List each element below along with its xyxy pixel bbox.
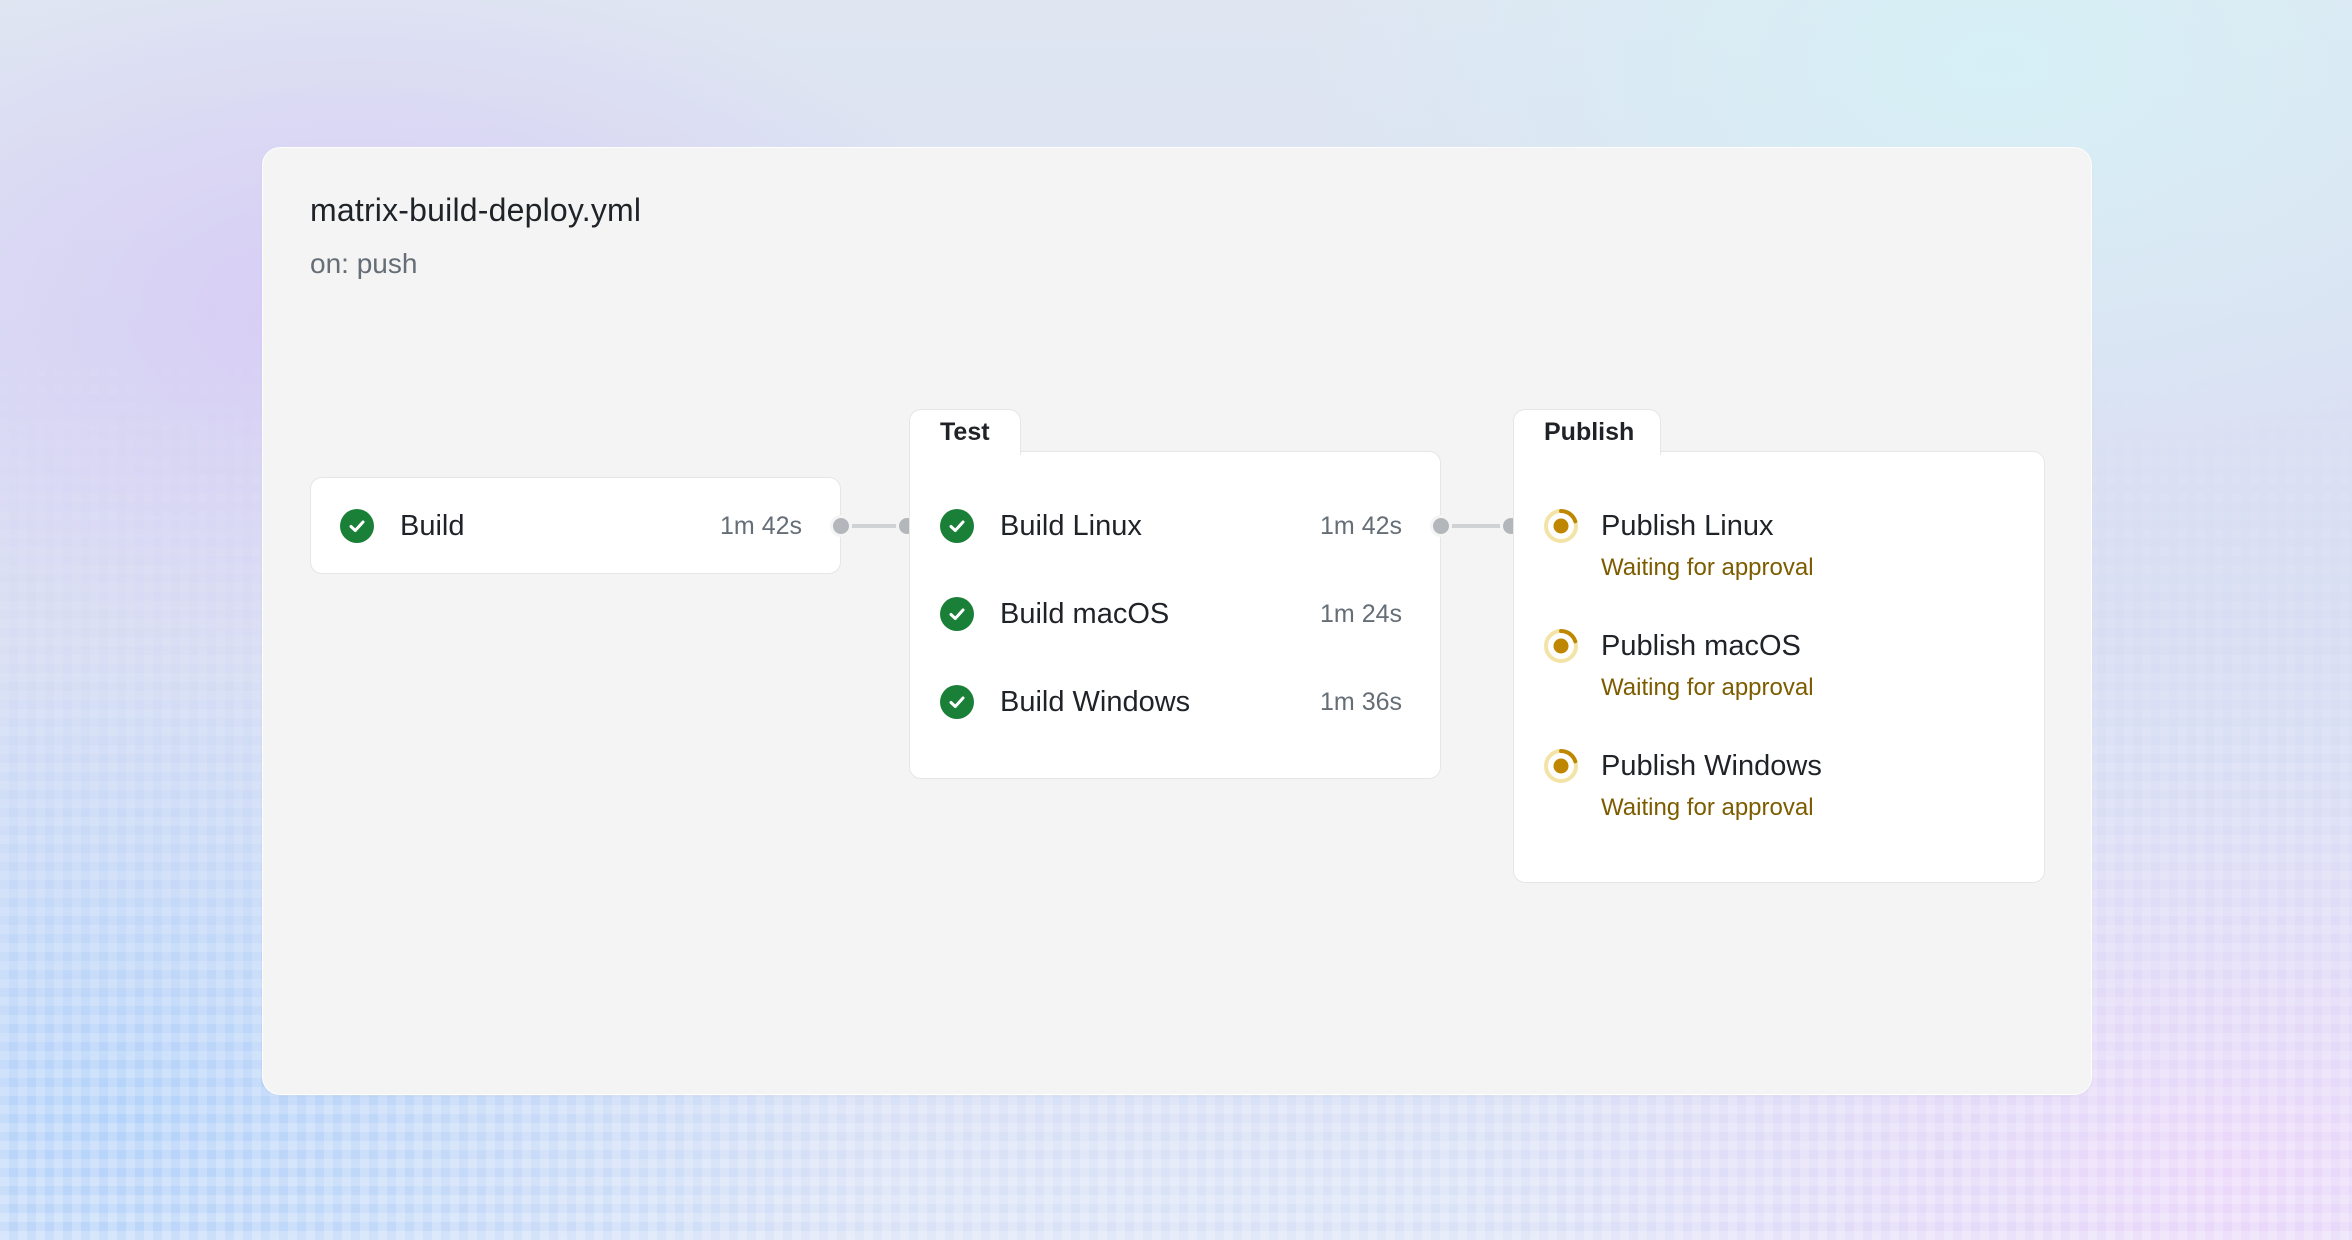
job-row-publish-windows[interactable]: Publish Windows Waiting for approval — [1543, 746, 1822, 822]
job-duration: 1m 42s — [1320, 511, 1402, 540]
job-row-publish-macos[interactable]: Publish macOS Waiting for approval — [1543, 626, 1814, 702]
tab-join — [910, 450, 1020, 454]
check-circle-icon — [340, 509, 374, 543]
workflow-trigger: on: push — [310, 248, 418, 279]
job-row-build-macos[interactable]: Build macOS 1m 24s — [940, 594, 1402, 634]
job-name: Build Linux — [1000, 509, 1142, 542]
pending-dot-icon — [1544, 628, 1578, 663]
check-circle-icon — [940, 685, 974, 719]
job-name: Publish macOS — [1601, 629, 1801, 662]
connector-dot — [1430, 515, 1452, 537]
stage-tab-test: Test — [909, 409, 1021, 455]
job-row-build-windows[interactable]: Build Windows 1m 36s — [940, 682, 1402, 722]
job-status-text: Waiting for approval — [1601, 794, 1814, 821]
job-name: Build Windows — [1000, 685, 1191, 718]
pending-dot-icon — [1544, 748, 1578, 783]
job-name: Publish Windows — [1601, 749, 1822, 782]
tab-join — [1514, 450, 1660, 454]
job-duration: 1m 36s — [1320, 687, 1402, 716]
job-name: Publish Linux — [1601, 509, 1774, 542]
job-row-publish-linux[interactable]: Publish Linux Waiting for approval — [1543, 506, 1814, 582]
job-duration: 1m 42s — [720, 511, 802, 540]
job-status-text: Waiting for approval — [1601, 674, 1814, 701]
job-row-build-linux[interactable]: Build Linux 1m 42s — [940, 506, 1402, 546]
stage-tab-publish: Publish — [1513, 409, 1661, 455]
connector-dot — [830, 515, 852, 537]
job-duration: 1m 24s — [1320, 599, 1402, 628]
check-circle-icon — [940, 597, 974, 631]
job-row-build[interactable]: Build 1m 42s — [340, 506, 802, 546]
job-status-text: Waiting for approval — [1601, 554, 1814, 581]
pending-dot-icon — [1544, 508, 1578, 543]
check-circle-icon — [940, 509, 974, 543]
workflow-title[interactable]: matrix-build-deploy.yml — [310, 192, 641, 229]
job-name: Build — [400, 509, 465, 542]
job-name: Build macOS — [1000, 597, 1170, 630]
